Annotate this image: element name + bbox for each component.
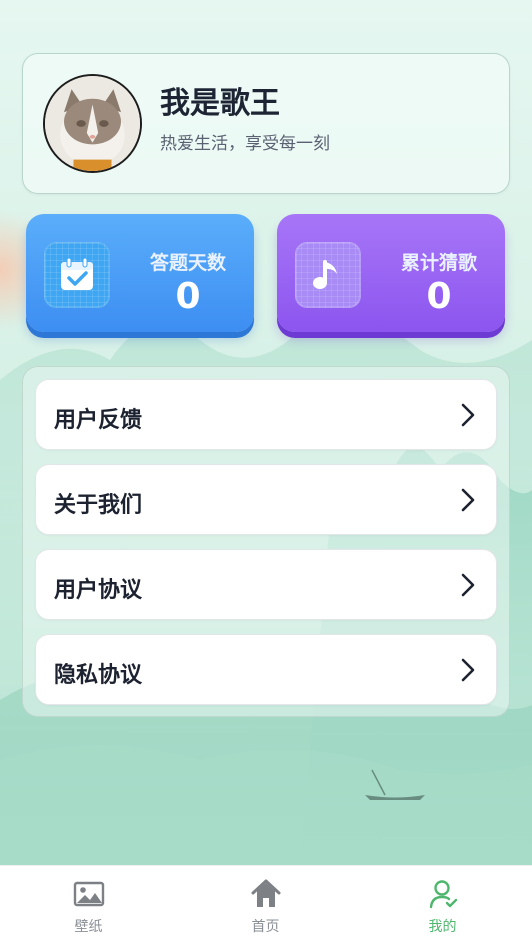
tab-label: 壁纸 — [74, 919, 103, 935]
profile-card: 我是歌王 热爱生活，享受每一刻 — [22, 53, 510, 194]
chevron-right-icon — [461, 488, 475, 512]
stat-card-total-songs[interactable]: 累计猜歌 0 — [277, 214, 505, 332]
stat-value: 0 — [426, 276, 452, 317]
profile-name: 我是歌王 — [160, 86, 280, 121]
tab-wallpaper[interactable]: 壁纸 — [0, 866, 177, 946]
menu-item-about[interactable]: 关于我们 — [35, 464, 497, 535]
menu-panel: 用户反馈 关于我们 用户协议 隐私协议 — [22, 366, 510, 717]
music-note-icon — [295, 242, 361, 308]
tab-label: 首页 — [251, 919, 280, 935]
tab-bar: 壁纸 首页 我的 — [0, 865, 532, 946]
tab-mine[interactable]: 我的 — [354, 866, 531, 946]
menu-label: 关于我们 — [54, 493, 143, 518]
menu-label: 隐私协议 — [54, 663, 143, 688]
chevron-right-icon — [461, 658, 475, 682]
avatar[interactable] — [43, 74, 142, 173]
chevron-right-icon — [461, 403, 475, 427]
user-icon — [429, 880, 457, 909]
menu-item-privacy-policy[interactable]: 隐私协议 — [35, 634, 497, 705]
image-icon — [73, 881, 104, 907]
stat-card-answer-days[interactable]: 答题天数 0 — [26, 214, 254, 332]
menu-item-user-agreement[interactable]: 用户协议 — [35, 549, 497, 620]
menu-item-feedback[interactable]: 用户反馈 — [35, 379, 497, 450]
stat-label: 累计猜歌 — [400, 252, 477, 274]
chevron-right-icon — [461, 573, 475, 597]
menu-label: 用户协议 — [54, 578, 143, 603]
menu-label: 用户反馈 — [54, 408, 143, 433]
profile-motto: 热爱生活，享受每一刻 — [160, 134, 330, 154]
tab-home[interactable]: 首页 — [177, 866, 354, 946]
tab-label: 我的 — [428, 919, 457, 935]
stat-value: 0 — [175, 276, 201, 317]
calendar-check-icon — [44, 242, 110, 308]
home-icon — [251, 879, 280, 907]
stat-label: 答题天数 — [149, 252, 226, 274]
